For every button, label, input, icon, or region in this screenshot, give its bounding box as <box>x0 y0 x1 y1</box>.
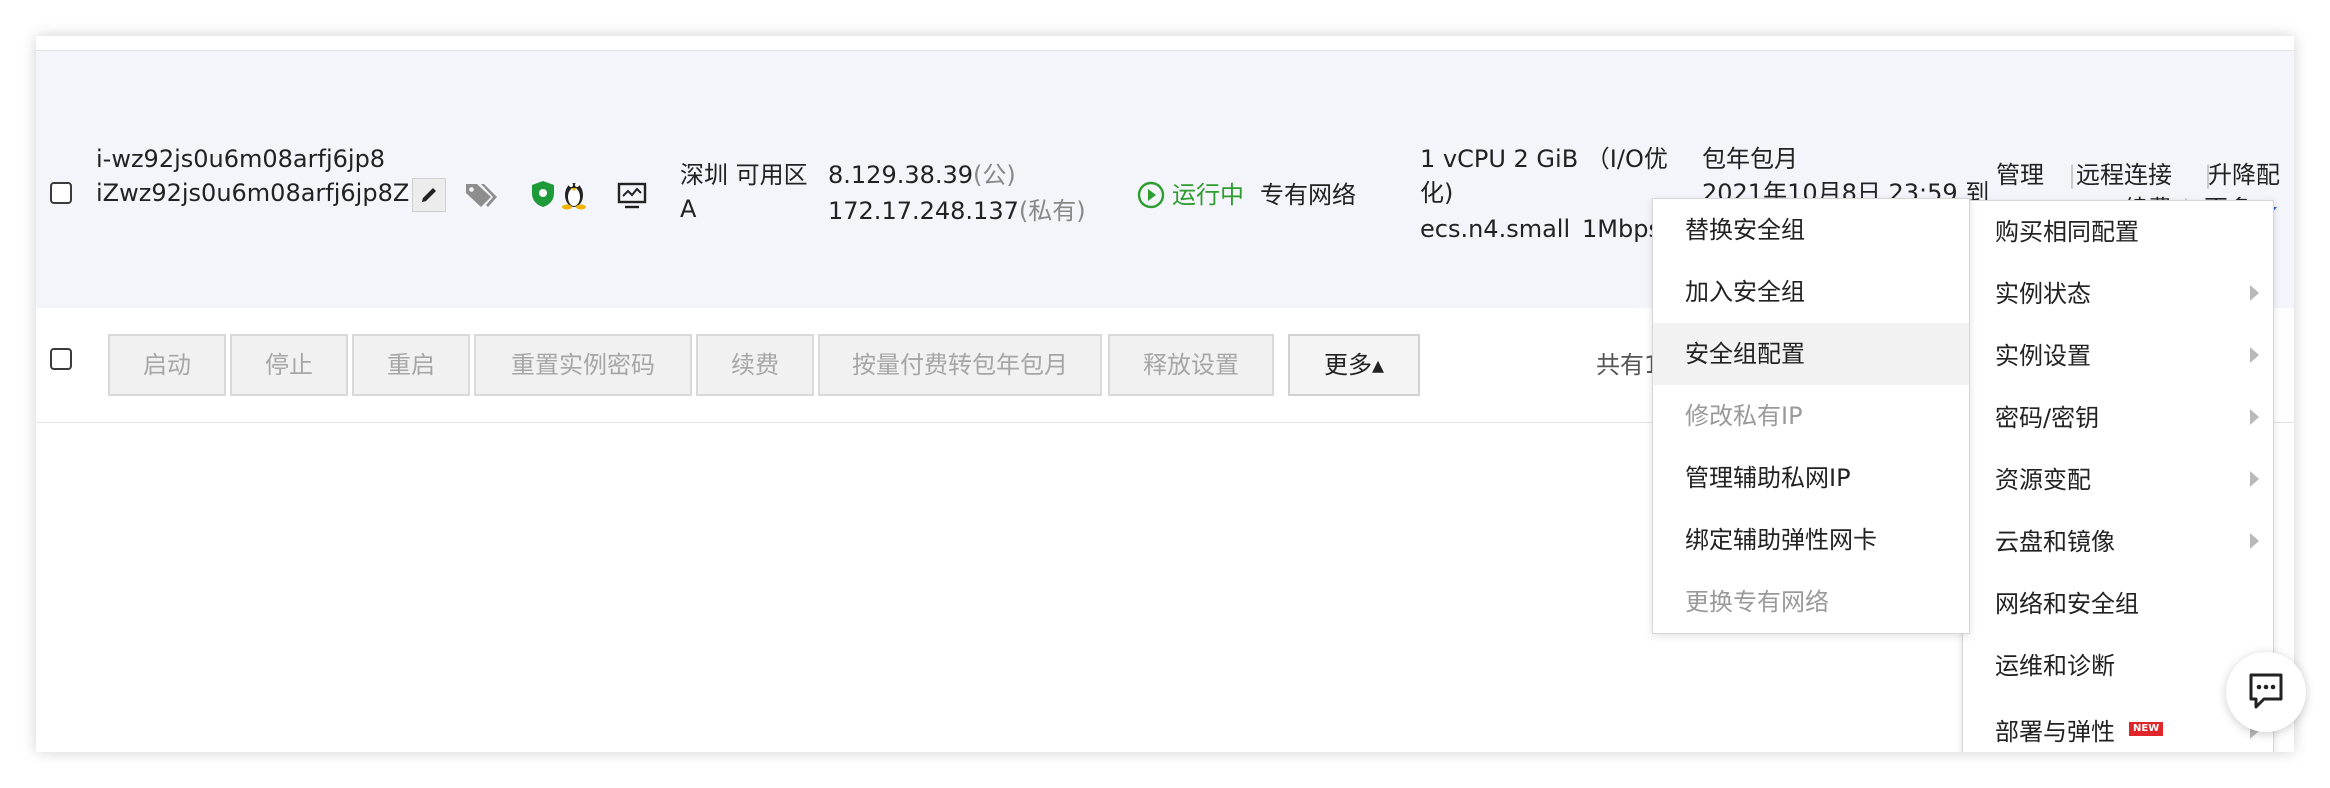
menu-item-label: 部署与弹性 <box>1995 718 2115 746</box>
release-settings-button[interactable]: 释放设置 <box>1108 334 1274 396</box>
billing-type: 包年包月 <box>1702 145 1798 173</box>
public-ip: 8.129.38.39(公) <box>828 158 1016 192</box>
manage-link[interactable]: 管理 <box>1996 158 2044 192</box>
bandwidth: 1Mbps <box>1582 215 1661 243</box>
pencil-icon <box>422 188 436 202</box>
row-checkbox[interactable] <box>50 182 72 204</box>
more-actions-menu: 购买相同配置 实例状态 实例设置 密码/密钥 资源变配 云盘和镜像 网络和安全组… <box>1962 200 2274 752</box>
chat-button[interactable] <box>2226 652 2306 732</box>
menu-item-label: 资源变配 <box>1995 466 2091 494</box>
submenu-item-join-sg[interactable]: 加入安全组 <box>1653 261 1969 323</box>
submenu-item-manage-secondary-ip[interactable]: 管理辅助私网IP <box>1653 447 1969 509</box>
chevron-right-icon <box>2250 285 2259 301</box>
menu-item-label: 网络和安全组 <box>1995 590 2139 618</box>
chevron-right-icon <box>2250 347 2259 363</box>
running-status-icon <box>1137 181 1165 209</box>
console-panel: i-wz92js0u6m08arfj6jp8 iZwz92js0u6m08arf… <box>36 36 2294 752</box>
chevron-right-icon <box>2250 409 2259 425</box>
submenu-item-modify-private-ip: 修改私有IP <box>1685 402 1803 430</box>
instance-type-link[interactable]: ecs.n4.small <box>1420 212 1570 246</box>
monitor-icon[interactable] <box>616 180 648 212</box>
submenu-item-replace-sg[interactable]: 替换安全组 <box>1653 199 1969 261</box>
menu-item-resource-change[interactable]: 资源变配 <box>1963 449 2273 511</box>
menu-item-password-key[interactable]: 密码/密钥 <box>1963 387 2273 449</box>
public-ip-value: 8.129.38.39 <box>828 161 974 189</box>
menu-item-label: 云盘和镜像 <box>1995 528 2115 556</box>
linux-icon <box>562 183 586 210</box>
network-type: 专有网络 <box>1260 181 1356 209</box>
menu-item-label: 运维和诊断 <box>1995 652 2115 680</box>
instance-spec: 1 vCPU 2 GiB （I/O优 <box>1420 145 1668 173</box>
private-ip-suffix: (私有) <box>1018 197 1086 225</box>
submenu-item-change-vpc: 更换专有网络 <box>1685 588 1829 616</box>
tag-icon[interactable] <box>464 180 498 210</box>
submenu-item-sg-config[interactable]: 安全组配置 <box>1653 323 1969 385</box>
convert-billing-button[interactable]: 按量付费转包年包月 <box>818 334 1102 396</box>
upgrade-link[interactable]: 升降配 <box>2208 158 2280 192</box>
remote-connect-link[interactable]: 远程连接 <box>2076 158 2172 192</box>
zone-text: 深圳 可用区 <box>680 161 808 189</box>
reset-password-button[interactable]: 重置实例密码 <box>474 334 692 396</box>
menu-item-instance-settings[interactable]: 实例设置 <box>1963 325 2273 387</box>
total-count: 共有1 <box>1596 351 1660 379</box>
select-all-checkbox[interactable] <box>50 348 72 370</box>
menu-item-deploy-elastic[interactable]: 部署与弹性 NEW <box>1963 701 2273 752</box>
instance-spec-line2: 化) <box>1420 179 1454 207</box>
zone-text-line2: A <box>680 195 697 223</box>
chat-icon <box>2249 673 2283 709</box>
menu-item-label: 购买相同配置 <box>1995 218 2139 246</box>
restart-button[interactable]: 重启 <box>352 334 470 396</box>
public-ip-suffix: (公) <box>973 161 1016 189</box>
more-button[interactable]: 更多▴ <box>1288 334 1420 396</box>
chevron-right-icon <box>2250 533 2259 549</box>
network-security-submenu: 替换安全组 加入安全组 安全组配置 修改私有IP 管理辅助私网IP 绑定辅助弹性… <box>1652 198 1970 634</box>
menu-item-disk-image[interactable]: 云盘和镜像 <box>1963 511 2273 573</box>
action-separator: | <box>2068 161 2077 189</box>
menu-item-network-security[interactable]: 网络和安全组 <box>1963 573 2273 635</box>
instance-id-link[interactable]: i-wz92js0u6m08arfj6jp8 <box>96 142 385 176</box>
new-badge: NEW <box>2129 722 2164 736</box>
status-text: 运行中 <box>1172 181 1244 209</box>
menu-item-label: 实例状态 <box>1995 280 2091 308</box>
edit-name-button[interactable] <box>412 178 446 212</box>
renew-button[interactable]: 续费 <box>696 334 814 396</box>
instance-name: iZwz92js0u6m08arfj6jp8Z <box>96 179 410 207</box>
menu-item-label: 密码/密钥 <box>1995 404 2100 432</box>
menu-item-buy-same[interactable]: 购买相同配置 <box>1963 201 2273 263</box>
private-ip: 172.17.248.137(私有) <box>828 194 1086 228</box>
chevron-right-icon <box>2250 471 2259 487</box>
security-shield-icon <box>532 181 554 207</box>
private-ip-value: 172.17.248.137 <box>828 197 1019 225</box>
menu-item-label: 实例设置 <box>1995 342 2091 370</box>
stop-button[interactable]: 停止 <box>230 334 348 396</box>
submenu-item-bind-eni[interactable]: 绑定辅助弹性网卡 <box>1653 509 1969 571</box>
start-button[interactable]: 启动 <box>108 334 226 396</box>
menu-item-instance-status[interactable]: 实例状态 <box>1963 263 2273 325</box>
